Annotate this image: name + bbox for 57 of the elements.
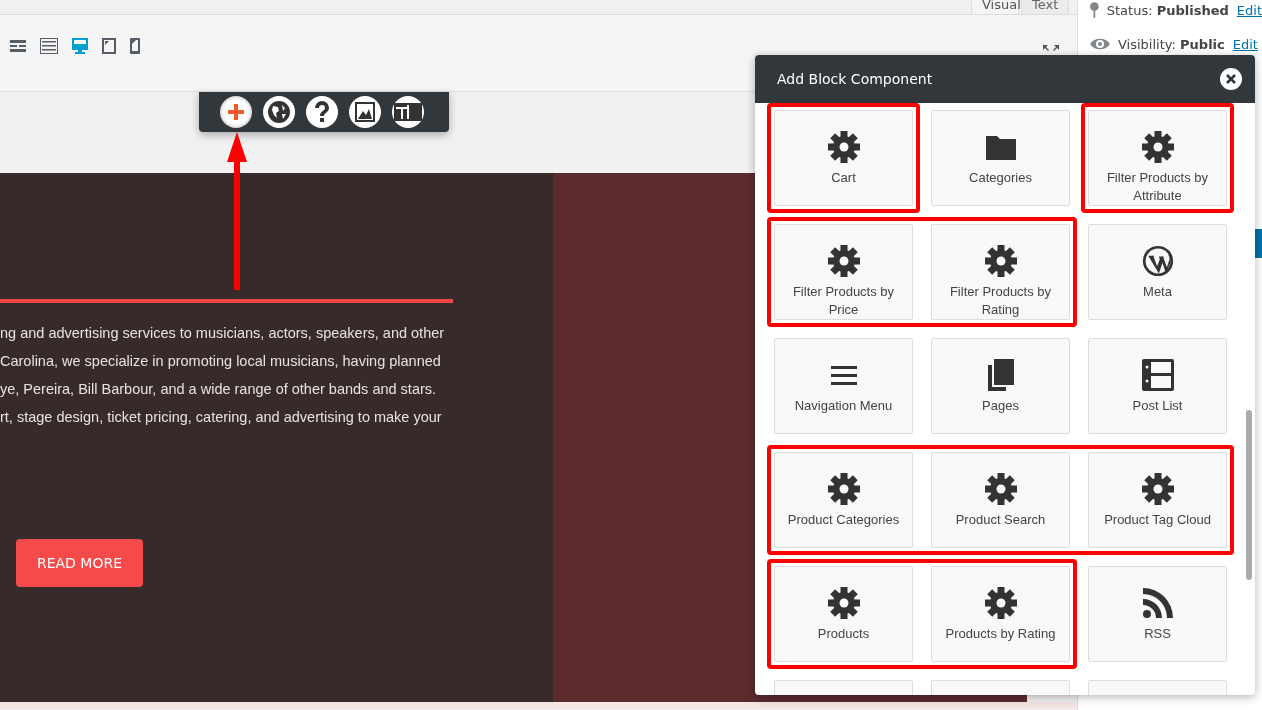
publish-label: Visibility: Public [1118, 36, 1225, 52]
gear-icon [984, 473, 1017, 505]
block-tile[interactable]: Filter Products by Attribute [1088, 110, 1227, 206]
block-tile[interactable]: Products by Rating [931, 566, 1070, 662]
pages-icon [987, 359, 1014, 391]
hero-text-line: ye, Pereira, Bill Barbour, and a wide range of other bands and stars. [0, 380, 437, 399]
plus-icon [227, 103, 245, 121]
hero-text-line: ng and advertising services to musicians, actors, speakers, and other [0, 324, 445, 343]
pin-icon [1090, 1, 1099, 19]
dialog-title: Add Block Component [777, 71, 933, 87]
gear-icon [827, 245, 860, 277]
gear-icon [827, 587, 860, 619]
rss-icon [1142, 587, 1173, 619]
eye-icon [1090, 37, 1110, 51]
hero-text-line: Carolina, we specialize in promoting local musicians, having planned [0, 352, 441, 371]
gear-icon [827, 473, 860, 505]
gear-icon [984, 587, 1017, 619]
read-more-button[interactable]: READ MORE [16, 539, 143, 587]
layout-button[interactable] [392, 96, 424, 128]
block-tile[interactable]: Product Categories [774, 452, 913, 548]
hero-text-line: rt, stage design, ticket pricing, catering, and advertising to make your [0, 408, 442, 427]
block-tile[interactable]: RSS [1088, 566, 1227, 662]
block-tile[interactable]: Product Search [931, 452, 1070, 548]
close-button[interactable] [1220, 68, 1242, 90]
block-tile[interactable]: Meta [1088, 224, 1227, 320]
block-tile[interactable]: Products [774, 566, 913, 662]
gear-icon [1141, 473, 1174, 505]
close-icon [1226, 74, 1236, 84]
layout-icon [394, 103, 422, 121]
block-tile[interactable]: Navigation Menu [774, 338, 913, 434]
gear-icon [984, 245, 1017, 277]
tablet-view-icon[interactable] [102, 37, 116, 55]
help-button[interactable] [306, 96, 338, 128]
question-mark-icon [312, 100, 332, 124]
rows-view-icon[interactable] [10, 37, 26, 55]
globe-button[interactable] [263, 96, 295, 128]
globe-icon [267, 100, 291, 124]
block-tile[interactable]: Filter Products by Rating [931, 224, 1070, 320]
gear-icon [1141, 131, 1174, 163]
block-tile[interactable]: Pages [931, 338, 1070, 434]
scrollbar[interactable] [1246, 410, 1252, 580]
gear-icon [827, 131, 860, 163]
phone-view-icon[interactable] [130, 37, 140, 55]
image-icon [355, 102, 375, 122]
plus-button[interactable] [220, 96, 252, 128]
publish-label: Status: Published [1106, 2, 1229, 18]
block-tile[interactable]: Cart [774, 110, 913, 206]
block-tile[interactable]: Product Tag Cloud [1088, 452, 1227, 548]
edit-link[interactable]: Edit [1232, 36, 1258, 52]
desktop-view-icon[interactable] [72, 37, 88, 55]
block-tile[interactable]: Post List [1088, 338, 1227, 434]
image-button[interactable] [349, 96, 381, 128]
block-tile[interactable]: Categories [931, 110, 1070, 206]
post-list-icon [1141, 359, 1174, 391]
edit-link[interactable]: Edit [1236, 2, 1262, 18]
block-tile[interactable]: Filter Products by Price [774, 224, 913, 320]
keyboard-view-icon[interactable] [40, 37, 58, 55]
